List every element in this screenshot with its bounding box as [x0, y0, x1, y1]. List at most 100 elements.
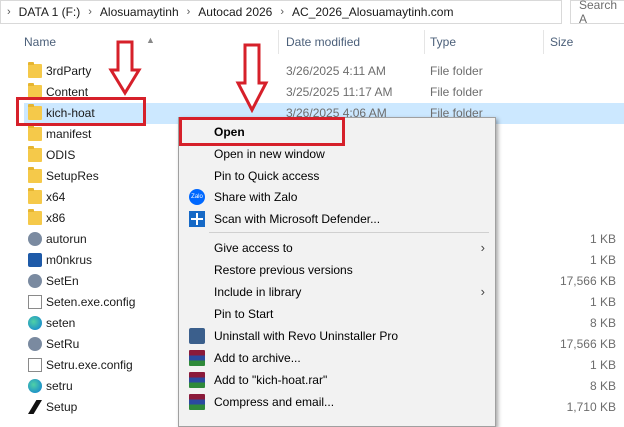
file-name: 3rdParty: [46, 64, 92, 78]
file-name: SetRu: [46, 337, 80, 351]
menu-item-label: Add to archive...: [214, 351, 301, 365]
menu-item[interactable]: Give access to ›: [179, 237, 495, 259]
file-icon: [28, 295, 42, 309]
file-size: 1 KB: [589, 253, 616, 267]
column-date-modified[interactable]: Date modified: [286, 35, 360, 49]
file-size: 1 KB: [589, 295, 616, 309]
file-name: Seten.exe.config: [46, 295, 136, 309]
folder-icon: [28, 209, 42, 225]
menu-item-label: Share with Zalo: [214, 190, 298, 204]
column-header: ▲ Name Date modified Type Size: [0, 24, 624, 60]
red-arrow-down-icon: [235, 43, 269, 113]
file-name: x86: [46, 211, 66, 225]
menu-item-label: Restore previous versions: [214, 263, 353, 277]
setup-icon: [28, 274, 42, 288]
address-bar[interactable]: › DATA 1 (F:) › Alosuamaytinh › Autocad …: [0, 0, 562, 24]
file-date: 3/25/2025 11:17 AM: [286, 85, 393, 99]
file-type: File folder: [430, 85, 483, 99]
edge-icon: [28, 379, 42, 393]
edge-icon: [28, 316, 42, 330]
folder-icon: [28, 146, 42, 162]
file-size: 8 KB: [589, 316, 616, 330]
revo-icon: [189, 328, 205, 344]
menu-item[interactable]: Open in new window: [179, 143, 495, 165]
menu-item[interactable]: Pin to Quick access: [179, 165, 495, 187]
winrar-icon: [189, 394, 205, 410]
file-name: seten: [46, 316, 76, 330]
file-size: 1,710 KB: [566, 400, 616, 414]
red-arrow-down-icon: [108, 40, 142, 96]
menu-item-label: Uninstall with Revo Uninstaller Pro: [214, 329, 399, 343]
settings-file-icon: [28, 232, 42, 246]
menu-item[interactable]: Restore previous versions: [179, 259, 495, 281]
menu-item[interactable]: Zalo Share with Zalo: [179, 186, 495, 208]
folder-icon: [28, 167, 42, 183]
menu-item-label: Include in library: [214, 285, 302, 299]
file-name: SetEn: [46, 274, 79, 288]
menu-item-label: Give access to: [214, 241, 293, 255]
menu-item-label: Pin to Quick access: [214, 169, 320, 183]
file-name: kich-hoat: [46, 106, 95, 120]
file-size: 1 KB: [589, 358, 616, 372]
file-name: Content: [46, 85, 89, 99]
column-type[interactable]: Type: [430, 35, 456, 49]
breadcrumb-folder-2[interactable]: Autocad 2026: [196, 5, 274, 19]
file-size: 17,566 KB: [559, 274, 616, 288]
chevron-right-icon: ›: [280, 6, 285, 18]
file-size: 8 KB: [589, 379, 616, 393]
folder-icon: [28, 188, 42, 204]
setup-icon: [28, 337, 42, 351]
folder-icon: [28, 83, 42, 99]
menu-separator: [209, 232, 489, 233]
file-icon: [28, 358, 42, 372]
menu-item[interactable]: Include in library ›: [179, 281, 495, 303]
breadcrumb-folder-1[interactable]: Alosuamaytinh: [98, 5, 181, 19]
menu-item-label: Open in new window: [214, 147, 325, 161]
menu-item[interactable]: Add to "kich-hoat.rar": [179, 369, 495, 391]
file-name: ODIS: [46, 148, 76, 162]
breadcrumb-folder-3[interactable]: AC_2026_Alosuamaytinh.com: [290, 5, 455, 19]
file-name: autorun: [46, 232, 87, 246]
file-name: setru: [46, 379, 73, 393]
chevron-right-icon: ›: [480, 284, 485, 299]
app-icon: [28, 253, 42, 267]
menu-item[interactable]: Open: [179, 121, 495, 143]
chevron-right-icon: ›: [480, 240, 485, 255]
file-name: Setru.exe.config: [46, 358, 133, 372]
winrar-icon: [189, 372, 205, 388]
breadcrumb-drive[interactable]: DATA 1 (F:): [17, 5, 83, 19]
folder-icon: [28, 104, 42, 120]
sort-ascending-icon: ▲: [146, 35, 155, 45]
file-name: manifest: [46, 127, 92, 141]
file-name: Setup: [46, 400, 78, 414]
file-size: 1 KB: [589, 232, 616, 246]
folder-icon: [28, 125, 42, 141]
search-input[interactable]: Search A: [570, 0, 624, 26]
file-type: File folder: [430, 64, 483, 78]
file-size: 17,566 KB: [559, 337, 616, 351]
menu-item-label: Open: [214, 125, 245, 139]
winrar-icon: [189, 350, 205, 366]
menu-item[interactable]: Uninstall with Revo Uninstaller Pro: [179, 325, 495, 347]
chevron-right-icon: ›: [186, 6, 191, 18]
context-menu: Open Open in new window Pin to Quick acces…: [178, 117, 496, 427]
menu-item-label: Pin to Start: [214, 307, 274, 321]
autodesk-icon: [28, 400, 42, 414]
menu-item[interactable]: Compress and email...: [179, 391, 495, 413]
file-date: 3/26/2025 4:11 AM: [286, 64, 386, 78]
menu-item-label: Add to "kich-hoat.rar": [214, 373, 328, 387]
file-name: x64: [46, 190, 66, 204]
column-size[interactable]: Size: [550, 35, 573, 49]
menu-item-label: Compress and email...: [214, 395, 335, 409]
file-name: SetupRes: [46, 169, 99, 183]
menu-item[interactable]: Pin to Start: [179, 303, 495, 325]
menu-item[interactable]: Add to archive...: [179, 347, 495, 369]
column-name[interactable]: Name: [24, 35, 56, 49]
zalo-icon: Zalo: [189, 189, 205, 205]
menu-item-label: Scan with Microsoft Defender...: [214, 212, 381, 226]
chevron-right-icon: ›: [7, 6, 11, 18]
menu-item[interactable]: Scan with Microsoft Defender...: [179, 208, 495, 230]
defender-icon: [189, 211, 205, 227]
folder-icon: [28, 62, 42, 78]
file-name: m0nkrus: [46, 253, 93, 267]
